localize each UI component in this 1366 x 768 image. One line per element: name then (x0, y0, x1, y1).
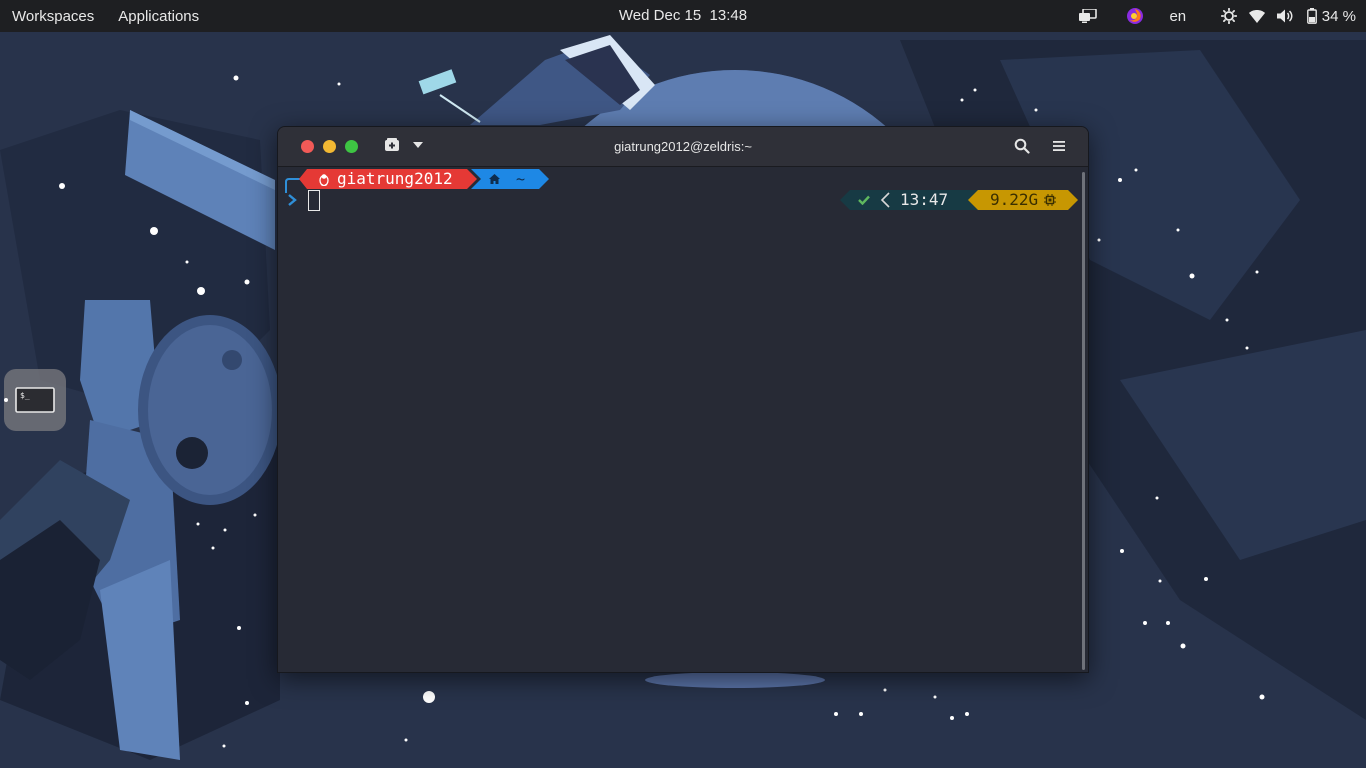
window-headerbar[interactable]: giatrung2012@zeldris:~ (278, 127, 1088, 167)
applications-button[interactable]: Applications (118, 8, 199, 25)
battery-percentage: 34 % (1321, 7, 1356, 25)
hamburger-menu-icon (1053, 141, 1065, 151)
chevron-left-icon (880, 192, 890, 208)
home-icon (489, 174, 500, 184)
terminal-cursor (308, 190, 320, 211)
menu-button[interactable] (1052, 140, 1066, 152)
volume-indicator[interactable] (1275, 0, 1297, 32)
clock[interactable]: Wed Dec 15 13:48 (619, 7, 747, 24)
language-indicator[interactable]: en (1167, 0, 1189, 32)
prompt-path-segment: ~ (471, 169, 549, 189)
prompt-username: giatrung2012 (337, 169, 453, 188)
terminal-scrollbar[interactable] (1082, 172, 1085, 670)
search-icon (1014, 138, 1030, 154)
screen-share-indicator[interactable] (1073, 0, 1103, 32)
battery-icon (1306, 8, 1317, 24)
firefox-indicator[interactable] (1123, 0, 1147, 32)
top-panel-left: Workspaces Applications (0, 8, 199, 25)
prompt-user-segment: giatrung2012 (299, 169, 477, 189)
workspaces-button[interactable]: Workspaces (12, 8, 94, 25)
headerbar-actions (1014, 138, 1066, 154)
window-title: giatrung2012@zeldris:~ (614, 139, 752, 154)
search-button[interactable] (1014, 138, 1030, 154)
screen-share-icon (1078, 9, 1097, 23)
svg-text:$_: $_ (20, 391, 30, 400)
wifi-indicator[interactable] (1247, 0, 1267, 32)
terminal-content[interactable]: giatrung2012 ~ 13:47 9.22G (278, 167, 1088, 672)
prompt-status-segment: 13:47 (840, 190, 978, 210)
language-label: en (1169, 7, 1187, 25)
brightness-icon (1220, 8, 1237, 24)
battery-indicator[interactable]: 34 % (1306, 0, 1356, 32)
terminal-window[interactable]: giatrung2012@zeldris:~ giatrung2012 ~ 13… (277, 126, 1089, 673)
brightness-indicator[interactable] (1219, 0, 1239, 32)
prompt-time: 13:47 (900, 190, 949, 209)
volume-icon (1277, 9, 1293, 23)
prompt-path: ~ (516, 170, 526, 188)
linux-tux-icon (319, 173, 329, 186)
dock-terminal-launcher[interactable]: $_ (4, 369, 66, 431)
wifi-icon (1248, 9, 1265, 23)
firefox-icon (1126, 8, 1143, 24)
cpu-icon (1044, 194, 1057, 206)
dock-running-indicator (4, 398, 8, 402)
system-tray: en 34 % (1073, 0, 1356, 32)
prompt-memory: 9.22G (990, 190, 1039, 209)
top-panel: Workspaces Applications Wed Dec 15 13:48… (0, 0, 1366, 32)
check-icon (858, 195, 870, 205)
terminal-icon: $_ (15, 387, 55, 413)
prompt-memory-segment: 9.22G (968, 190, 1078, 210)
